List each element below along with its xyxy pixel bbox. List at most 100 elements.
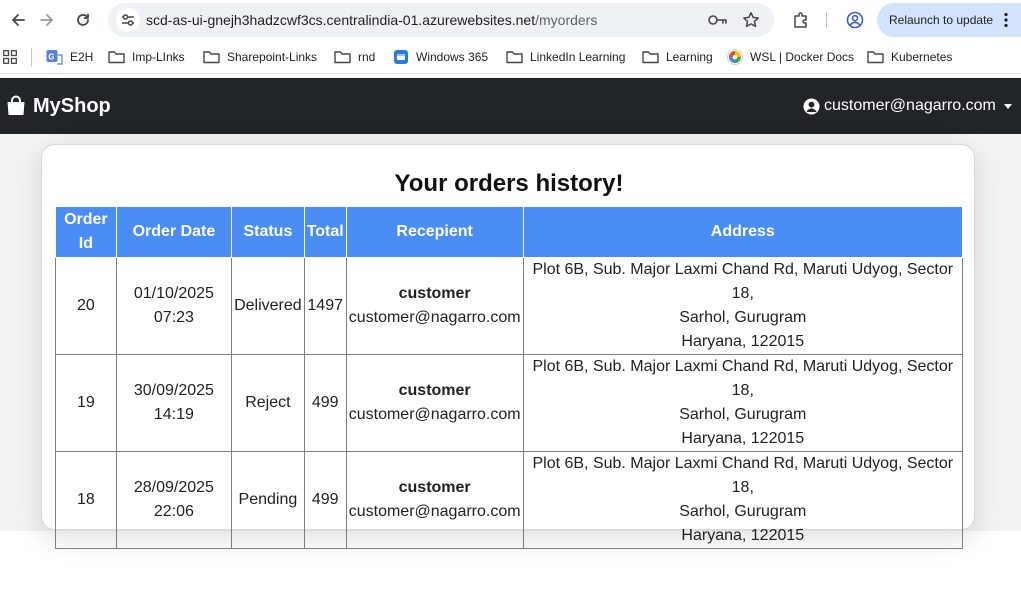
order-date: 01/10/2025 <box>133 285 214 302</box>
folder-icon <box>203 51 220 64</box>
bookmark-label: Sharepoint-Links <box>227 50 318 64</box>
bookmark-label: Imp-LInks <box>132 50 185 64</box>
bookmarks-divider <box>31 48 32 66</box>
address-line-3: Haryana, 122015 <box>681 333 805 350</box>
total-cell: 499 <box>303 354 347 452</box>
profile-button[interactable] <box>843 8 867 32</box>
recipient-email: customer@nagarro.com <box>348 309 521 326</box>
user-dropdown-toggle[interactable]: customer@nagarro.com <box>803 96 1012 116</box>
address-line-3: Haryana, 122015 <box>681 430 805 447</box>
table-header-row: Order Id Order Date Status Total Recepie… <box>55 206 964 258</box>
bookmark-label: Kubernetes <box>891 50 953 64</box>
status-cell: Delivered <box>231 257 305 355</box>
url-text[interactable]: scd-as-ui-gnejh3hadzcwf3cs.centralindia-… <box>146 12 597 28</box>
brand-link[interactable]: MyShop <box>5 94 111 118</box>
svg-text:G: G <box>48 53 54 62</box>
table-row: 18 28/09/2025 22:06 Pending 499 customer c… <box>55 451 964 549</box>
password-key-button[interactable] <box>708 10 728 30</box>
address-cell: Plot 6B, Sub. Major Laxmi Chand Rd, Maru… <box>522 451 964 549</box>
bookmark-label: rnd <box>358 50 376 64</box>
header-order-id: Order Id <box>55 206 117 258</box>
relaunch-label: Relaunch to update <box>889 13 994 27</box>
order-id-cell: 18 <box>55 451 117 549</box>
recipient-cell: customer customer@nagarro.com <box>345 257 524 355</box>
bookmark-e2h[interactable]: G E2H <box>46 48 93 66</box>
address-cell: Plot 6B, Sub. Major Laxmi Chand Rd, Maru… <box>522 354 964 452</box>
bookmark-star-button[interactable] <box>741 10 761 30</box>
table-row: 19 30/09/2025 14:19 Reject 499 customer cu… <box>55 354 964 452</box>
wsl-favicon-icon <box>727 49 743 65</box>
status-cell: Reject <box>231 354 305 452</box>
recipient-email: customer@nagarro.com <box>348 406 521 423</box>
recipient-cell: customer customer@nagarro.com <box>345 354 524 452</box>
site-info-button[interactable] <box>116 8 140 32</box>
header-order-date: Order Date <box>115 206 233 258</box>
reload-button[interactable] <box>71 8 95 32</box>
status-cell: Pending <box>231 451 305 549</box>
address-cell: Plot 6B, Sub. Major Laxmi Chand Rd, Maru… <box>522 257 964 355</box>
order-time: 14:19 <box>153 406 194 423</box>
address-line-1: Plot 6B, Sub. Major Laxmi Chand Rd, Maru… <box>532 455 954 496</box>
chevron-down-icon <box>1003 103 1012 109</box>
address-line-2: Sarhol, Gurugram <box>679 309 807 326</box>
bookmark-label: Learning <box>666 50 713 64</box>
address-bar[interactable]: scd-as-ui-gnejh3hadzcwf3cs.centralindia-… <box>108 3 774 37</box>
folder-icon <box>108 51 125 64</box>
address-line-3: Haryana, 122015 <box>681 527 805 544</box>
bookmark-kubernetes[interactable]: Kubernetes <box>867 48 952 66</box>
order-id-cell: 19 <box>55 354 117 452</box>
header-status: Status <box>231 206 305 258</box>
browser-toolbar: scd-as-ui-gnejh3hadzcwf3cs.centralindia-… <box>0 0 1021 40</box>
arrow-left-icon <box>12 14 25 26</box>
bookmark-wsl-docker-docs[interactable]: WSL | Docker Docs <box>727 48 854 66</box>
profile-icon <box>846 11 864 29</box>
brand-name: MyShop <box>33 94 111 117</box>
order-time: 07:23 <box>153 309 194 326</box>
apps-grid-icon <box>3 50 17 64</box>
bookmark-rnd[interactable]: rnd <box>334 48 375 66</box>
url-host: scd-as-ui-gnejh3hadzcwf3cs.centralindia-… <box>146 12 536 28</box>
bookmark-label: Windows 365 <box>416 50 489 64</box>
table-row: 20 01/10/2025 07:23 Delivered 1497 custom… <box>55 257 964 355</box>
windows-365-icon <box>394 50 408 64</box>
order-date-cell: 28/09/2025 22:06 <box>115 451 233 549</box>
header-recipient: Recepient <box>345 206 524 258</box>
puzzle-icon <box>794 12 807 28</box>
bookmark-imp-links[interactable]: Imp-LInks <box>108 48 185 66</box>
order-id-cell: 20 <box>55 257 117 355</box>
site-navbar: MyShop customer@nagarro.com <box>0 78 1021 134</box>
back-button[interactable] <box>6 8 30 32</box>
recipient-name: customer <box>398 285 471 302</box>
address-line-1: Plot 6B, Sub. Major Laxmi Chand Rd, Maru… <box>532 358 954 399</box>
arrow-right-icon <box>40 14 53 26</box>
bookmark-windows-365[interactable]: Windows 365 <box>393 48 488 66</box>
toolbar-divider <box>826 12 827 28</box>
bookmarks-bar: G E2H Imp-LInks Sharepoint-Links rnd Win… <box>0 40 1021 74</box>
bookmark-label: LinkedIn Learning <box>530 50 626 64</box>
bookmark-learning[interactable]: Learning <box>642 48 713 66</box>
more-vert-icon[interactable] <box>1003 12 1009 28</box>
star-icon <box>743 12 759 28</box>
order-date-cell: 01/10/2025 07:23 <box>115 257 233 355</box>
shopping-bag-icon <box>7 95 25 115</box>
order-date: 30/09/2025 <box>133 382 214 399</box>
orders-table: Order Id Order Date Status Total Recepie… <box>55 206 964 549</box>
order-date-cell: 30/09/2025 14:19 <box>115 354 233 452</box>
key-icon <box>708 15 727 25</box>
bookmark-label: E2H <box>70 50 94 64</box>
relaunch-update-button[interactable]: Relaunch to update <box>877 3 1021 37</box>
forward-button[interactable] <box>35 8 59 32</box>
folder-icon <box>506 51 523 64</box>
address-line-2: Sarhol, Gurugram <box>679 503 807 520</box>
extensions-button[interactable] <box>789 8 813 32</box>
page-title: Your orders history! <box>394 170 624 197</box>
user-circle-icon <box>803 98 820 114</box>
total-cell: 499 <box>303 451 347 549</box>
recipient-cell: customer customer@nagarro.com <box>345 451 524 549</box>
bookmark-sharepoint-links[interactable]: Sharepoint-Links <box>203 48 317 66</box>
address-line-1: Plot 6B, Sub. Major Laxmi Chand Rd, Maru… <box>532 261 954 302</box>
apps-button[interactable] <box>3 48 24 66</box>
header-total: Total <box>303 206 347 258</box>
bookmark-linkedin-learning[interactable]: LinkedIn Learning <box>506 48 625 66</box>
recipient-email: customer@nagarro.com <box>348 503 521 520</box>
